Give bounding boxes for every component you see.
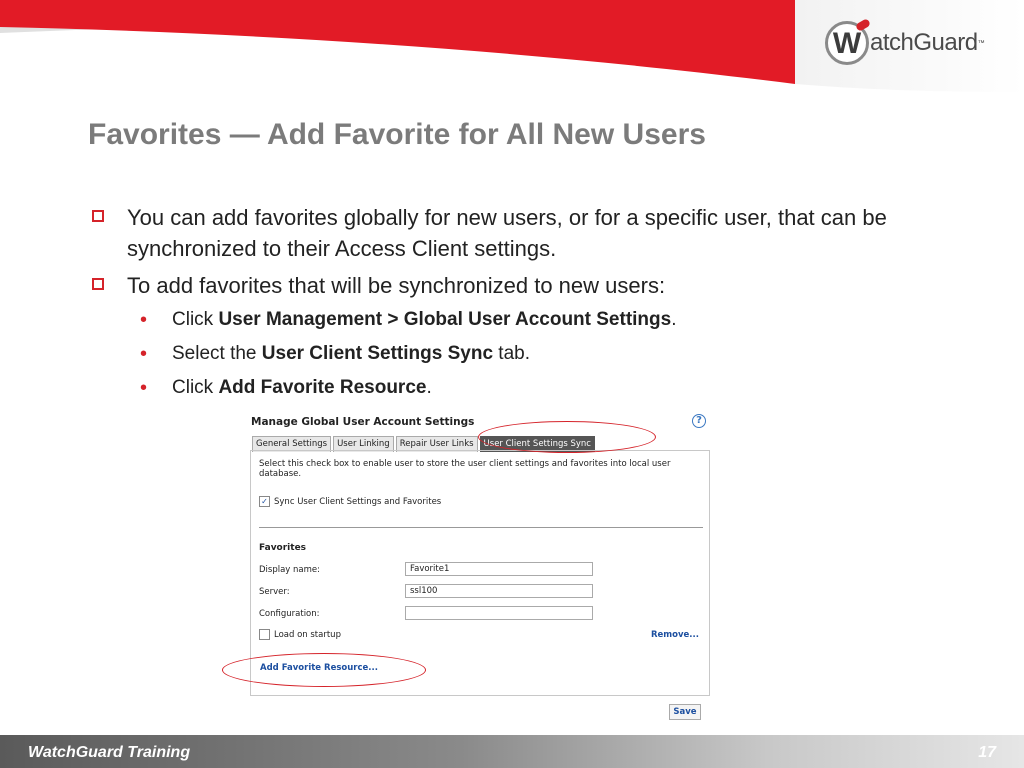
display-name-input[interactable] <box>405 562 593 576</box>
step-item: • Select the User Client Settings Sync t… <box>92 341 912 367</box>
configuration-input[interactable] <box>405 606 593 620</box>
sync-checkbox-row[interactable]: ✓ Sync User Client Settings and Favorite… <box>259 496 441 507</box>
square-bullet-icon <box>92 278 104 290</box>
add-favorite-resource-link[interactable]: Add Favorite Resource... <box>260 663 378 673</box>
dot-bullet-icon: • <box>140 343 148 365</box>
watchguard-logo: W atchGuard ™ <box>825 18 985 68</box>
sync-description: Select this check box to enable user to … <box>259 459 671 479</box>
page-number: 17 <box>978 744 996 761</box>
bullet-text: To add favorites that will be synchroniz… <box>127 273 666 298</box>
load-on-startup-label: Load on startup <box>274 629 341 640</box>
bullet-item: You can add favorites globally for new u… <box>92 202 912 264</box>
save-button[interactable]: Save <box>669 704 701 720</box>
server-label: Server: <box>259 587 290 597</box>
display-name-label: Display name: <box>259 565 321 575</box>
settings-panel: Select this check box to enable user to … <box>250 450 710 696</box>
favorites-heading: Favorites <box>259 543 307 553</box>
step-pre: Select the <box>172 343 262 364</box>
step-pre: Click <box>172 309 219 330</box>
step-bold: User Client Settings Sync <box>261 343 494 364</box>
logo-accent <box>854 18 872 32</box>
sync-checkbox[interactable]: ✓ <box>259 496 270 507</box>
bullet-list: You can add favorites globally for new u… <box>92 202 912 409</box>
step-post: tab. <box>493 343 530 364</box>
slide-title: Favorites — Add Favorite for All New Use… <box>88 118 706 151</box>
footer-bar: WatchGuard Training 17 <box>0 735 1024 768</box>
load-on-startup-checkbox[interactable] <box>259 629 270 640</box>
settings-screenshot: Manage Global User Account Settings ? Ge… <box>248 408 712 726</box>
logo-text: atchGuard <box>870 29 978 56</box>
bullet-text: You can add favorites globally for new u… <box>127 205 887 261</box>
step-post: . <box>671 309 677 330</box>
logo-trademark: ™ <box>977 39 985 47</box>
help-icon[interactable]: ? <box>692 414 706 428</box>
bullet-item: To add favorites that will be synchroniz… <box>92 270 912 301</box>
step-item: • Click User Management > Global User Ac… <box>92 307 912 333</box>
settings-title: Manage Global User Account Settings <box>251 416 475 428</box>
dot-bullet-icon: • <box>140 309 148 331</box>
step-item: • Click Add Favorite Resource. <box>92 375 912 401</box>
divider <box>259 527 703 528</box>
configuration-label: Configuration: <box>259 609 320 619</box>
load-on-startup-row[interactable]: Load on startup <box>259 629 341 640</box>
logo-mark-icon: W <box>825 18 872 65</box>
remove-link[interactable]: Remove... <box>651 630 699 640</box>
step-bold: User Management > Global User Account Se… <box>218 309 672 330</box>
sync-checkbox-label: Sync User Client Settings and Favorites <box>274 496 442 507</box>
dot-bullet-icon: • <box>140 377 148 399</box>
step-post: . <box>426 377 432 398</box>
step-pre: Click <box>172 377 219 398</box>
footer-title: WatchGuard Training <box>28 744 191 761</box>
step-bold: Add Favorite Resource <box>218 377 427 398</box>
square-bullet-icon <box>92 210 104 222</box>
server-input[interactable] <box>405 584 593 598</box>
